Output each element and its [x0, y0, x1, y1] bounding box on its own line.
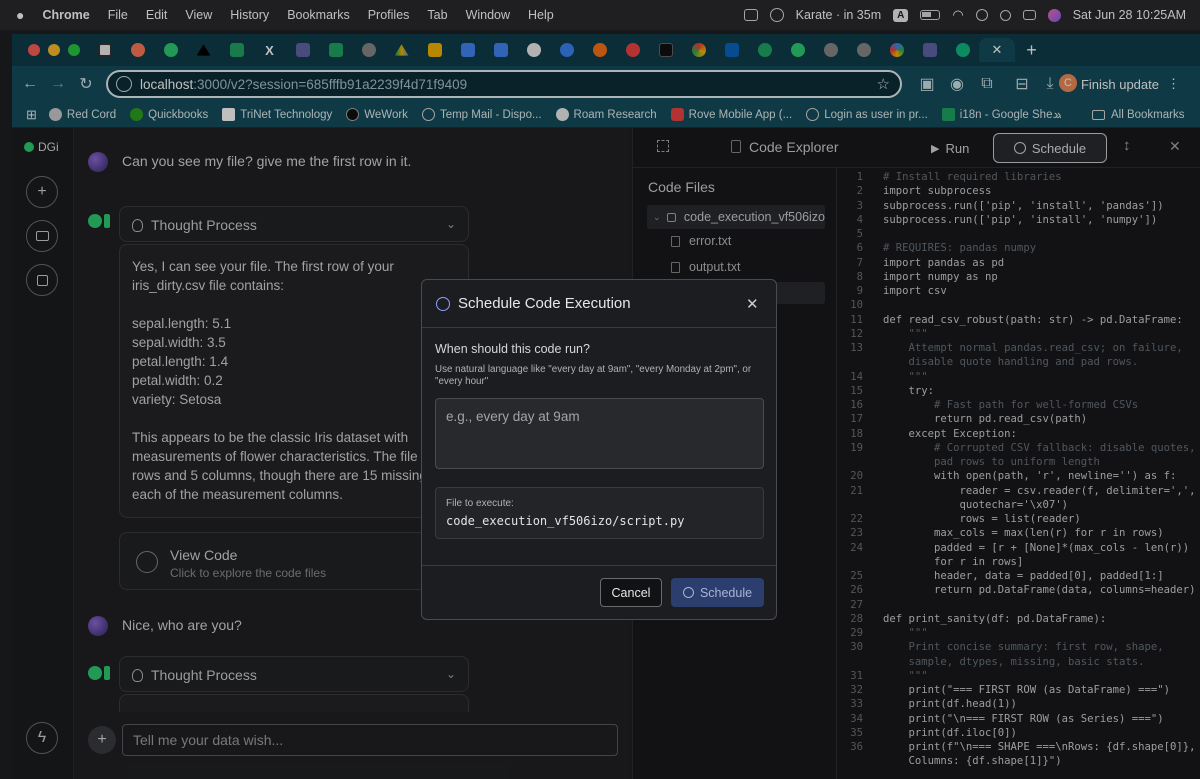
file-to-execute-label: File to execute: [446, 498, 514, 509]
close-dialog-icon[interactable]: ✕ [746, 295, 759, 313]
file-to-execute-path: code_execution_vf506izo/script.py [446, 514, 685, 528]
schedule-input[interactable]: e.g., every day at 9am [435, 398, 764, 469]
dialog-title: Schedule Code Execution [458, 295, 631, 312]
clock-icon [682, 587, 694, 598]
dialog-divider [422, 565, 776, 566]
cancel-label: Cancel [611, 585, 651, 600]
dialog-divider [422, 327, 776, 328]
file-to-execute-box: File to execute: code_execution_vf506izo… [435, 487, 764, 539]
cancel-button[interactable]: Cancel [600, 578, 662, 607]
schedule-question: When should this code run? [435, 342, 590, 356]
schedule-confirm-label: Schedule [699, 585, 753, 600]
schedule-dialog: Schedule Code Execution ✕ When should th… [421, 279, 777, 620]
schedule-input-placeholder: e.g., every day at 9am [446, 409, 580, 424]
schedule-confirm-button[interactable]: Schedule [671, 578, 764, 607]
schedule-hint: Use natural language like "every day at … [435, 364, 752, 387]
clock-icon [436, 297, 450, 311]
